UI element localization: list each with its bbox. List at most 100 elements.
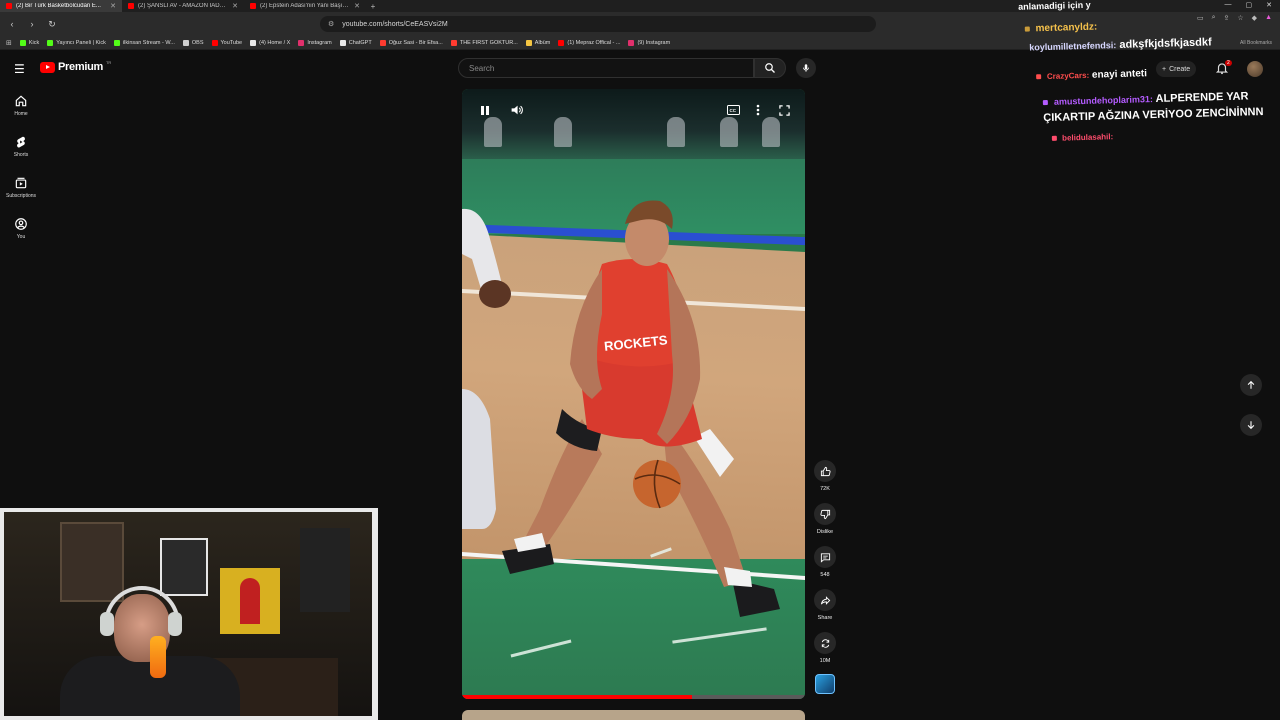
fullscreen-button[interactable] <box>775 102 793 118</box>
captions-button[interactable]: CC <box>724 102 742 118</box>
browser-tab-3[interactable]: (2) Epstein Adası'nın Yanı Başında Ya...… <box>244 0 366 12</box>
address-bar[interactable]: ⚙ youtube.com/shorts/CeEASVsi2M <box>320 16 876 32</box>
more-options-button[interactable] <box>749 102 767 118</box>
chat-text: ALPERENDE YAR <box>1155 90 1249 105</box>
share-button-circle[interactable] <box>814 589 836 611</box>
guide-menu-icon[interactable]: ☰ <box>14 62 26 76</box>
bookmark-favicon-icon <box>47 39 54 46</box>
bookmark-favicon-icon <box>182 39 189 46</box>
guide-item-home[interactable]: Home <box>0 92 42 133</box>
bookmark-favicon-icon <box>339 39 346 46</box>
video-progress-fill <box>462 695 692 699</box>
bookmark-label: ilkinsan Stream - W... <box>122 39 175 46</box>
bookmark-item[interactable]: Oğuz Sasi - Bir Efsa... <box>379 39 443 46</box>
bookmark-item[interactable]: Kick <box>19 39 39 46</box>
chat-message: koylumilletnefendsi: adkşfkjdsfkjasdkf <box>1029 36 1212 53</box>
bookmark-item[interactable]: THE FIRST GOKTUR... <box>450 39 518 46</box>
apps-grid-icon[interactable]: ⊞ <box>6 39 12 47</box>
share-label: Share <box>817 615 833 621</box>
bookmark-favicon-icon <box>250 39 257 46</box>
headset-ear-cup <box>168 612 182 636</box>
new-tab-icon[interactable]: + <box>366 2 380 11</box>
comments-button-circle[interactable] <box>814 546 836 568</box>
bookmark-item[interactable]: Yayıncı Paneli | Kick <box>47 39 106 46</box>
site-info-icon[interactable]: ⚙ <box>328 20 334 28</box>
you-icon <box>15 218 27 230</box>
like-button[interactable]: 72K <box>813 460 837 492</box>
home-icon <box>15 95 27 107</box>
next-short-preview[interactable] <box>462 710 805 720</box>
close-tab-icon[interactable]: ✕ <box>232 2 238 10</box>
bookmark-label: (1) Mepraz Offical - ... <box>567 39 621 46</box>
close-tab-icon[interactable]: ✕ <box>110 2 116 10</box>
bookmark-favicon-icon <box>628 39 635 46</box>
fullscreen-icon <box>778 104 790 116</box>
search-button[interactable] <box>754 58 786 78</box>
video-progress-bar[interactable] <box>462 695 805 699</box>
previous-short-button[interactable] <box>1240 374 1262 396</box>
chat-text: adkşfkjdsfkjasdkf <box>1119 36 1212 51</box>
video-basketball-player: ROCKETS <box>462 200 780 617</box>
more-vertical-icon <box>756 104 760 116</box>
search-placeholder: Search <box>469 64 495 73</box>
bookmark-item[interactable]: ChatGPT <box>339 39 372 46</box>
guide-item-shorts[interactable]: Shorts <box>0 133 42 174</box>
youtube-favicon-icon <box>128 3 134 9</box>
bookmark-item[interactable]: OBS <box>182 39 204 46</box>
volume-button[interactable] <box>507 102 525 118</box>
dislike-button-circle[interactable] <box>814 503 836 525</box>
comment-count: 548 <box>820 572 830 578</box>
bookmark-item[interactable]: Instagram <box>298 39 332 46</box>
next-short-button[interactable] <box>1240 414 1262 436</box>
bookmark-favicon-icon <box>558 39 565 46</box>
remix-button[interactable]: 10M <box>813 632 837 664</box>
bookmark-item[interactable]: (1) Mepraz Offical - ... <box>558 39 621 46</box>
bookmark-item[interactable]: ilkinsan Stream - W... <box>113 39 175 46</box>
tab-title: (2) Bir Türk Basketbolcudan E... <box>16 3 101 9</box>
chat-badge-icon <box>1051 136 1057 142</box>
browser-tab-1[interactable]: (2) Bir Türk Basketbolcudan E... ✕ <box>0 0 122 12</box>
close-tab-icon[interactable]: ✕ <box>354 2 360 10</box>
guide-item-subscriptions[interactable]: Subscriptions <box>0 174 42 215</box>
youtube-play-logo-icon <box>40 61 55 73</box>
logo-text: Premium <box>58 61 103 73</box>
youtube-favicon-icon <box>250 3 256 9</box>
all-bookmarks-link[interactable]: All Bookmarks <box>1240 40 1272 46</box>
sound-source-thumbnail[interactable] <box>815 674 835 694</box>
reload-icon[interactable]: ↻ <box>44 19 60 30</box>
back-icon[interactable]: ‹ <box>4 19 20 29</box>
headset-ear-cup <box>100 612 114 636</box>
chat-username: mertcanyldz: <box>1035 21 1098 35</box>
dislike-button[interactable]: Dislike <box>813 503 837 535</box>
microphone-icon <box>803 64 809 72</box>
youtube-premium-logo[interactable]: Premium TR <box>40 60 111 73</box>
forward-icon[interactable]: › <box>24 19 40 29</box>
bookmark-label: THE FIRST GOKTUR... <box>459 39 518 46</box>
chat-message: ÇIKARTIP AĞZINA VERİYOO ZENCİNİNNN <box>1043 106 1263 124</box>
chat-badge-icon <box>1042 99 1048 105</box>
svg-text:CC: CC <box>729 108 736 113</box>
stream-chat-overlay: anlamadigi için y mertcanyldz: koylumill… <box>1010 0 1280 150</box>
bookmark-favicon-icon <box>298 39 305 46</box>
guide-item-you[interactable]: You <box>0 215 42 256</box>
guide-label: Shorts <box>13 152 29 158</box>
chat-username: anlamadigi için y <box>1018 0 1091 12</box>
shorts-video-player[interactable]: ROCKETS CC <box>462 89 805 699</box>
pause-button[interactable] <box>476 102 494 118</box>
chat-username: amustundehoplarim31: <box>1053 94 1154 107</box>
youtube-favicon-icon <box>6 3 12 9</box>
browser-tab-2[interactable]: (2) ŞANSLI AV - AMAZON İADE DEP... ✕ <box>122 0 244 12</box>
bookmark-item[interactable]: YouTube <box>211 39 242 46</box>
bookmark-label: (4) Home / X <box>259 39 291 46</box>
search-input[interactable]: Search <box>458 58 754 78</box>
bookmark-favicon-icon <box>379 39 386 46</box>
share-button[interactable]: Share <box>813 589 837 621</box>
bookmark-item[interactable]: (9) Instagram <box>628 39 670 46</box>
voice-search-button[interactable] <box>796 58 816 78</box>
comments-button[interactable]: 548 <box>813 546 837 578</box>
like-button-circle[interactable] <box>814 460 836 482</box>
bookmark-item[interactable]: (4) Home / X <box>250 39 291 46</box>
chat-message: anlamadigi için y <box>1018 0 1091 12</box>
bookmark-item[interactable]: Albüm <box>525 39 550 46</box>
remix-button-circle[interactable] <box>814 632 836 654</box>
